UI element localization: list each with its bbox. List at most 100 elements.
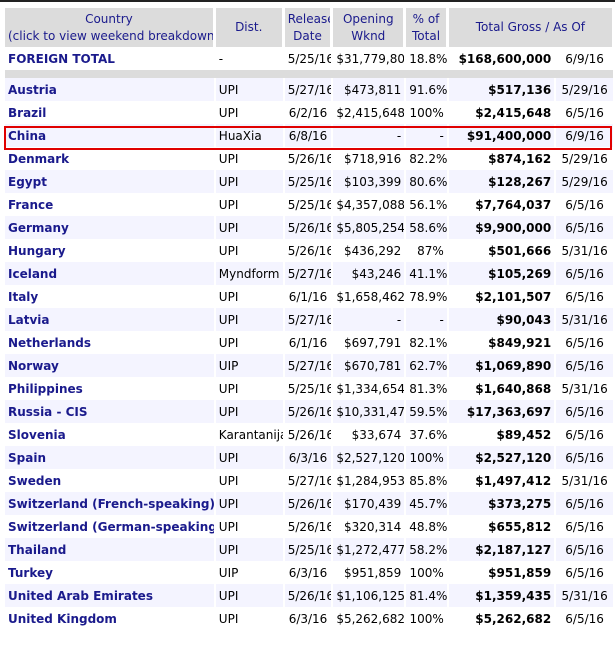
- dist-cell: UPI: [215, 101, 283, 124]
- opening-wknd-cell: $320,314: [333, 515, 405, 538]
- country-link[interactable]: France: [8, 198, 53, 212]
- country-link[interactable]: Spain: [8, 451, 46, 465]
- pct-of-total-cell: 48.8%: [406, 515, 447, 538]
- country-link[interactable]: Germany: [8, 221, 69, 235]
- total-country: FOREIGN TOTAL: [5, 47, 214, 70]
- header-row: Country (click to view weekend breakdown)…: [5, 8, 613, 47]
- opening-wknd-cell: $670,781: [333, 354, 405, 377]
- table-row: Russia - CIS UPI5/26/16$10,331,47659.5%$1…: [5, 400, 613, 423]
- header-opening-wknd[interactable]: Opening Wknd: [333, 8, 405, 47]
- pct-of-total-cell: 100%: [406, 561, 447, 584]
- opening-wknd-cell: $5,805,254: [333, 216, 405, 239]
- release-date-cell: 5/25/16: [284, 170, 332, 193]
- top-divider-line: [0, 0, 615, 2]
- spacer-row: [5, 70, 613, 78]
- table-row: Italy UPI 6/1/16 $1,658,462 78.9% $2,101,507 6…: [5, 285, 613, 308]
- opening-wknd-cell: $4,357,088: [333, 193, 405, 216]
- table-row: Philippines UPI 5/25/16 $1,334,654 81.3% $1,6…: [5, 377, 613, 400]
- pct-of-total-cell: 78.9%: [406, 285, 447, 308]
- country-link[interactable]: Hungary: [8, 244, 66, 258]
- pct-of-total-cell: 100%: [406, 446, 447, 469]
- opening-wknd-cell: $170,439: [333, 492, 405, 515]
- as-of-cell: 6/5/16: [556, 216, 613, 239]
- release-date-cell: 5/27/16: [284, 308, 332, 331]
- table-row: Hungary UPI 5/26/16 $436,292 87% $501,666 5/31…: [5, 239, 613, 262]
- header-dist[interactable]: Dist.: [215, 8, 283, 47]
- as-of-cell: 5/31/16: [556, 308, 613, 331]
- release-date-cell: 5/26/16: [284, 147, 332, 170]
- opening-wknd-cell: $718,916: [333, 147, 405, 170]
- pct-of-total-cell: 85.8%: [406, 469, 447, 492]
- country-link[interactable]: Latvia: [8, 313, 50, 327]
- total-gross-cell: $849,921: [448, 331, 555, 354]
- country-link[interactable]: Switzerland (French-speaking): [8, 497, 214, 511]
- pct-of-total-cell: 59.5%: [406, 400, 447, 423]
- dist-cell: UPI: [215, 216, 283, 239]
- table-row: France UPI 5/25/16 $4,357,088 56.1% $7,764,03…: [5, 193, 613, 216]
- as-of-cell: 6/5/16: [556, 262, 613, 285]
- as-of-cell: 5/29/16: [556, 78, 613, 101]
- dist-cell: UPI: [215, 492, 283, 515]
- pct-of-total-cell: 82.1%: [406, 331, 447, 354]
- release-date-cell: 5/25/16: [284, 193, 332, 216]
- dist-cell: UPI: [215, 170, 283, 193]
- total-gross-cell: $2,101,507: [448, 285, 555, 308]
- country-link[interactable]: Egypt: [8, 175, 47, 189]
- total-gross-cell: $951,859: [448, 561, 555, 584]
- country-link[interactable]: Austria: [8, 83, 57, 97]
- release-date-cell: 6/3/16: [284, 607, 332, 630]
- country-cell: Germany: [5, 216, 214, 239]
- country-link[interactable]: Brazil: [8, 106, 46, 120]
- pct-of-total-cell: 100%: [406, 101, 447, 124]
- total-gross-cell: $655,812: [448, 515, 555, 538]
- as-of-cell: 6/5/16: [556, 423, 613, 446]
- release-date-cell: 5/26/16: [284, 423, 332, 446]
- table-row: Switzerland (French-speaking) UPI 5/26/16 $…: [5, 492, 613, 515]
- country-link[interactable]: United Arab Emirates: [8, 589, 153, 603]
- header-country[interactable]: Country (click to view weekend breakdown): [5, 8, 214, 47]
- country-link[interactable]: Slovenia: [8, 428, 66, 442]
- country-cell: United Kingdom: [5, 607, 214, 630]
- country-link[interactable]: Thailand: [8, 543, 66, 557]
- header-total-gross-as-of[interactable]: Total Gross / As Of: [448, 8, 613, 47]
- country-link[interactable]: China: [8, 129, 46, 143]
- dist-cell: UPI: [215, 193, 283, 216]
- release-date-cell: 5/27/16: [284, 262, 332, 285]
- total-gross-cell: $90,043: [448, 308, 555, 331]
- release-date-cell: 6/1/16: [284, 331, 332, 354]
- opening-wknd-cell: $951,859: [333, 561, 405, 584]
- country-link[interactable]: Sweden: [8, 474, 61, 488]
- total-pct-of-total: 18.8%: [406, 47, 447, 70]
- country-link[interactable]: Denmark: [8, 152, 69, 166]
- country-link[interactable]: Turkey: [8, 566, 53, 580]
- country-cell: Hungary: [5, 239, 214, 262]
- country-link[interactable]: Philippines: [8, 382, 83, 396]
- table-row: Switzerland (German-speaking) UPI 5/26/16 $…: [5, 515, 613, 538]
- release-date-cell: 6/1/16: [284, 285, 332, 308]
- opening-wknd-cell: $1,334,654: [333, 377, 405, 400]
- country-link[interactable]: Italy: [8, 290, 38, 304]
- header-release-date[interactable]: Release Date: [284, 8, 332, 47]
- country-link[interactable]: Iceland: [8, 267, 57, 281]
- dist-cell: UPI: [215, 308, 283, 331]
- header-pct-of-total[interactable]: % of Total: [406, 8, 447, 47]
- table-row: Spain UPI 6/3/16 $2,527,120 100% $2,527,120 6/…: [5, 446, 613, 469]
- as-of-cell: 6/5/16: [556, 354, 613, 377]
- country-link[interactable]: Norway: [8, 359, 59, 373]
- country-link[interactable]: Switzerland (German-speaking): [8, 520, 214, 534]
- pct-of-total-cell: 81.3%: [406, 377, 447, 400]
- country-cell: Slovenia: [5, 423, 214, 446]
- dist-cell: UPI: [215, 400, 283, 423]
- release-date-cell: 6/8/16: [284, 124, 332, 147]
- pct-of-total-cell: 81.4%: [406, 584, 447, 607]
- pct-of-total-cell: 41.1%: [406, 262, 447, 285]
- dist-cell: UPI: [215, 538, 283, 561]
- country-cell: Sweden: [5, 469, 214, 492]
- release-date-cell: 5/25/16: [284, 377, 332, 400]
- release-date-cell: 6/2/16: [284, 101, 332, 124]
- country-link[interactable]: Netherlands: [8, 336, 91, 350]
- country-link[interactable]: Russia - CIS: [8, 405, 88, 419]
- pct-of-total-cell: 87%: [406, 239, 447, 262]
- total-gross-cell: $105,269: [448, 262, 555, 285]
- country-link[interactable]: United Kingdom: [8, 612, 117, 626]
